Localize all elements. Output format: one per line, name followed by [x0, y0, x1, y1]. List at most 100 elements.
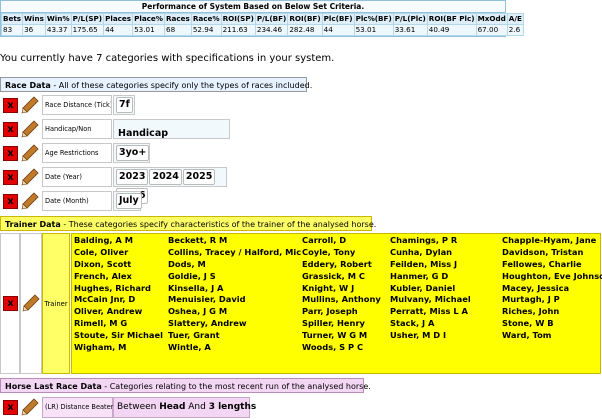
trainer-name: Ward, Tom: [502, 330, 552, 341]
trainer-name: Davidson, Tristan: [502, 246, 584, 257]
performance-value-cell: 211.63: [220, 24, 256, 36]
performance-header-cell: Races: [164, 13, 192, 25]
pencil-edit-icon[interactable]: [22, 294, 40, 312]
trainer-name: Dixon, Scott: [74, 258, 132, 269]
performance-header-cell: Places: [103, 13, 134, 25]
performance-header-cell: Wins: [22, 13, 46, 25]
performance-value-cell: 175.65: [70, 24, 105, 36]
performance-header-cell: MxOdd: [475, 13, 508, 25]
trainer-name: Spiller, Henry: [302, 318, 365, 329]
trainer-name: Kinsella, J A: [168, 282, 224, 293]
trainer-name: Wintle, A: [168, 342, 211, 353]
trainer-name: French, Alex: [74, 270, 132, 281]
race-category-row: x Date (Year)2023202420252026: [0, 165, 230, 204]
trainer-name: Rimell, M G: [74, 318, 128, 329]
performance-value-cell: 53.01: [132, 24, 166, 36]
trainer-name: Carroll, D: [302, 235, 347, 245]
x-delete-icon[interactable]: x: [3, 296, 18, 311]
pencil-edit-icon[interactable]: [21, 96, 39, 114]
performance-header-cell: Place%: [132, 13, 166, 25]
x-delete-icon[interactable]: x: [3, 194, 18, 209]
race-data-header: Race Data - All of these categories spec…: [0, 77, 312, 92]
race-category-label: Race Distance (Tick): [42, 95, 112, 115]
trainer-label: Trainer: [42, 233, 70, 374]
race-data-description: - All of these categories specify only t…: [50, 81, 313, 90]
distance-beaten-label: (LR) Distance Beaten: [42, 397, 115, 418]
trainer-name: Mulvany, Michael: [390, 294, 471, 305]
horse-last-race-description: - Categories relating to the most recent…: [101, 382, 371, 391]
trainer-name: Kubler, Daniel: [390, 282, 456, 293]
trainer-data-header: Trainer Data - These categories specify …: [0, 216, 376, 231]
trainer-name: Slattery, Andrew: [168, 318, 247, 329]
race-category-values: 3yo+: [113, 143, 150, 163]
performance-value-cell: 282.48: [287, 24, 323, 36]
pencil-edit-icon[interactable]: [21, 168, 39, 186]
trainer-name: Woods, S P C: [302, 342, 364, 353]
trainer-name: Stack, J A: [390, 318, 435, 329]
pencil-edit-icon[interactable]: [21, 192, 39, 210]
race-category-value: July: [116, 193, 142, 209]
x-delete-icon[interactable]: x: [3, 98, 18, 113]
trainer-name: Cole, Oliver: [74, 246, 129, 257]
x-delete-icon[interactable]: x: [3, 170, 18, 185]
performance-value-cell: 234.46: [254, 24, 289, 36]
performance-header-cell: P/L(Plc): [392, 13, 428, 25]
pencil-edit-icon[interactable]: [21, 120, 39, 138]
trainer-name: Wigham, M: [74, 342, 127, 353]
performance-header-cell: P/L(BF): [254, 13, 289, 25]
trainer-name: Dods, M: [168, 258, 206, 269]
trainer-name: Turner, W G M: [302, 330, 368, 341]
trainer-name: Hughes, Richard: [74, 282, 151, 293]
performance-value-cell: 53.01: [353, 24, 394, 36]
x-delete-icon[interactable]: x: [3, 146, 18, 161]
performance-value-cell: 44: [103, 24, 134, 36]
trainer-name: Knight, W J: [302, 282, 355, 293]
race-category-row: x Race Distance (Tick) 7f: [0, 93, 230, 117]
trainer-name: Fellowes, Charlie: [502, 258, 582, 269]
performance-header-row: Bets Wins Win% P/L(SP) Places Place% Races Race…: [0, 13, 524, 25]
performance-value-cell: 2.6: [506, 24, 524, 36]
trainer-name: Goldie, J S: [168, 270, 216, 281]
performance-header-cell: ROI(BF): [287, 13, 323, 25]
performance-header-cell: Race%: [190, 13, 222, 25]
pencil-edit-icon[interactable]: [21, 144, 39, 162]
trainer-name: Collins, Tracey / Halford, Mick: [168, 246, 302, 257]
performance-header-cell: Win%: [44, 13, 72, 25]
performance-value-cell: 40.49: [426, 24, 477, 36]
race-category-value: 7f: [116, 97, 133, 113]
trainer-edit-cell: [20, 233, 42, 374]
distance-beaten-prefix: Between: [117, 402, 160, 412]
race-category-label: Handicap/Non: [42, 119, 112, 139]
trainer-name: Chamings, P R: [390, 235, 458, 245]
trainer-name: Eddery, Robert: [302, 258, 372, 269]
trainer-name: Grassick, M C: [302, 270, 365, 281]
trainer-name: Oliver, Andrew: [74, 306, 143, 317]
trainer-data-title: Trainer Data: [5, 220, 61, 229]
performance-title: Performance of System Based on Below Set…: [1, 1, 505, 13]
performance-value-cell: 52.94: [190, 24, 222, 36]
distance-beaten-to: 3 lengths: [208, 402, 257, 412]
race-category-label: Date (Year): [42, 167, 112, 187]
performance-header-cell: Plc%(BF): [353, 13, 394, 25]
trainer-name: Mullins, Anthony: [302, 294, 381, 305]
trainer-category-row: x Trainer Balding, A M Beckett, R M Carrol…: [0, 233, 602, 374]
race-category-values: 7f: [113, 95, 135, 115]
trainer-name: Perratt, Miss L A: [390, 306, 468, 317]
performance-value-cell: 44: [321, 24, 355, 36]
trainer-name: Stoute, Sir Michael: [74, 330, 163, 341]
distance-beaten-from: Head: [159, 402, 186, 412]
pencil-edit-icon[interactable]: [21, 398, 39, 416]
race-category-label: Age Restrictions: [42, 143, 112, 163]
race-category-value: Handicap: [118, 128, 169, 139]
x-delete-icon[interactable]: x: [3, 400, 18, 415]
trainer-name: Balding, A M: [74, 235, 134, 245]
trainer-name: Oshea, J G M: [168, 306, 228, 317]
race-data-title: Race Data: [5, 81, 51, 90]
performance-header-cell: ROI(SP): [220, 13, 256, 25]
x-delete-icon[interactable]: x: [3, 122, 18, 137]
performance-header-cell: P/L(SP): [70, 13, 105, 25]
race-category-row: x Handicap/Non Handicap: [0, 117, 230, 141]
race-category-values: Handicap: [113, 119, 230, 139]
performance-values-row: 83 36 43.37 175.65 44 53.01 68 52.94 211.63 234.4…: [0, 24, 524, 36]
performance-value-cell: 67.00: [475, 24, 508, 36]
